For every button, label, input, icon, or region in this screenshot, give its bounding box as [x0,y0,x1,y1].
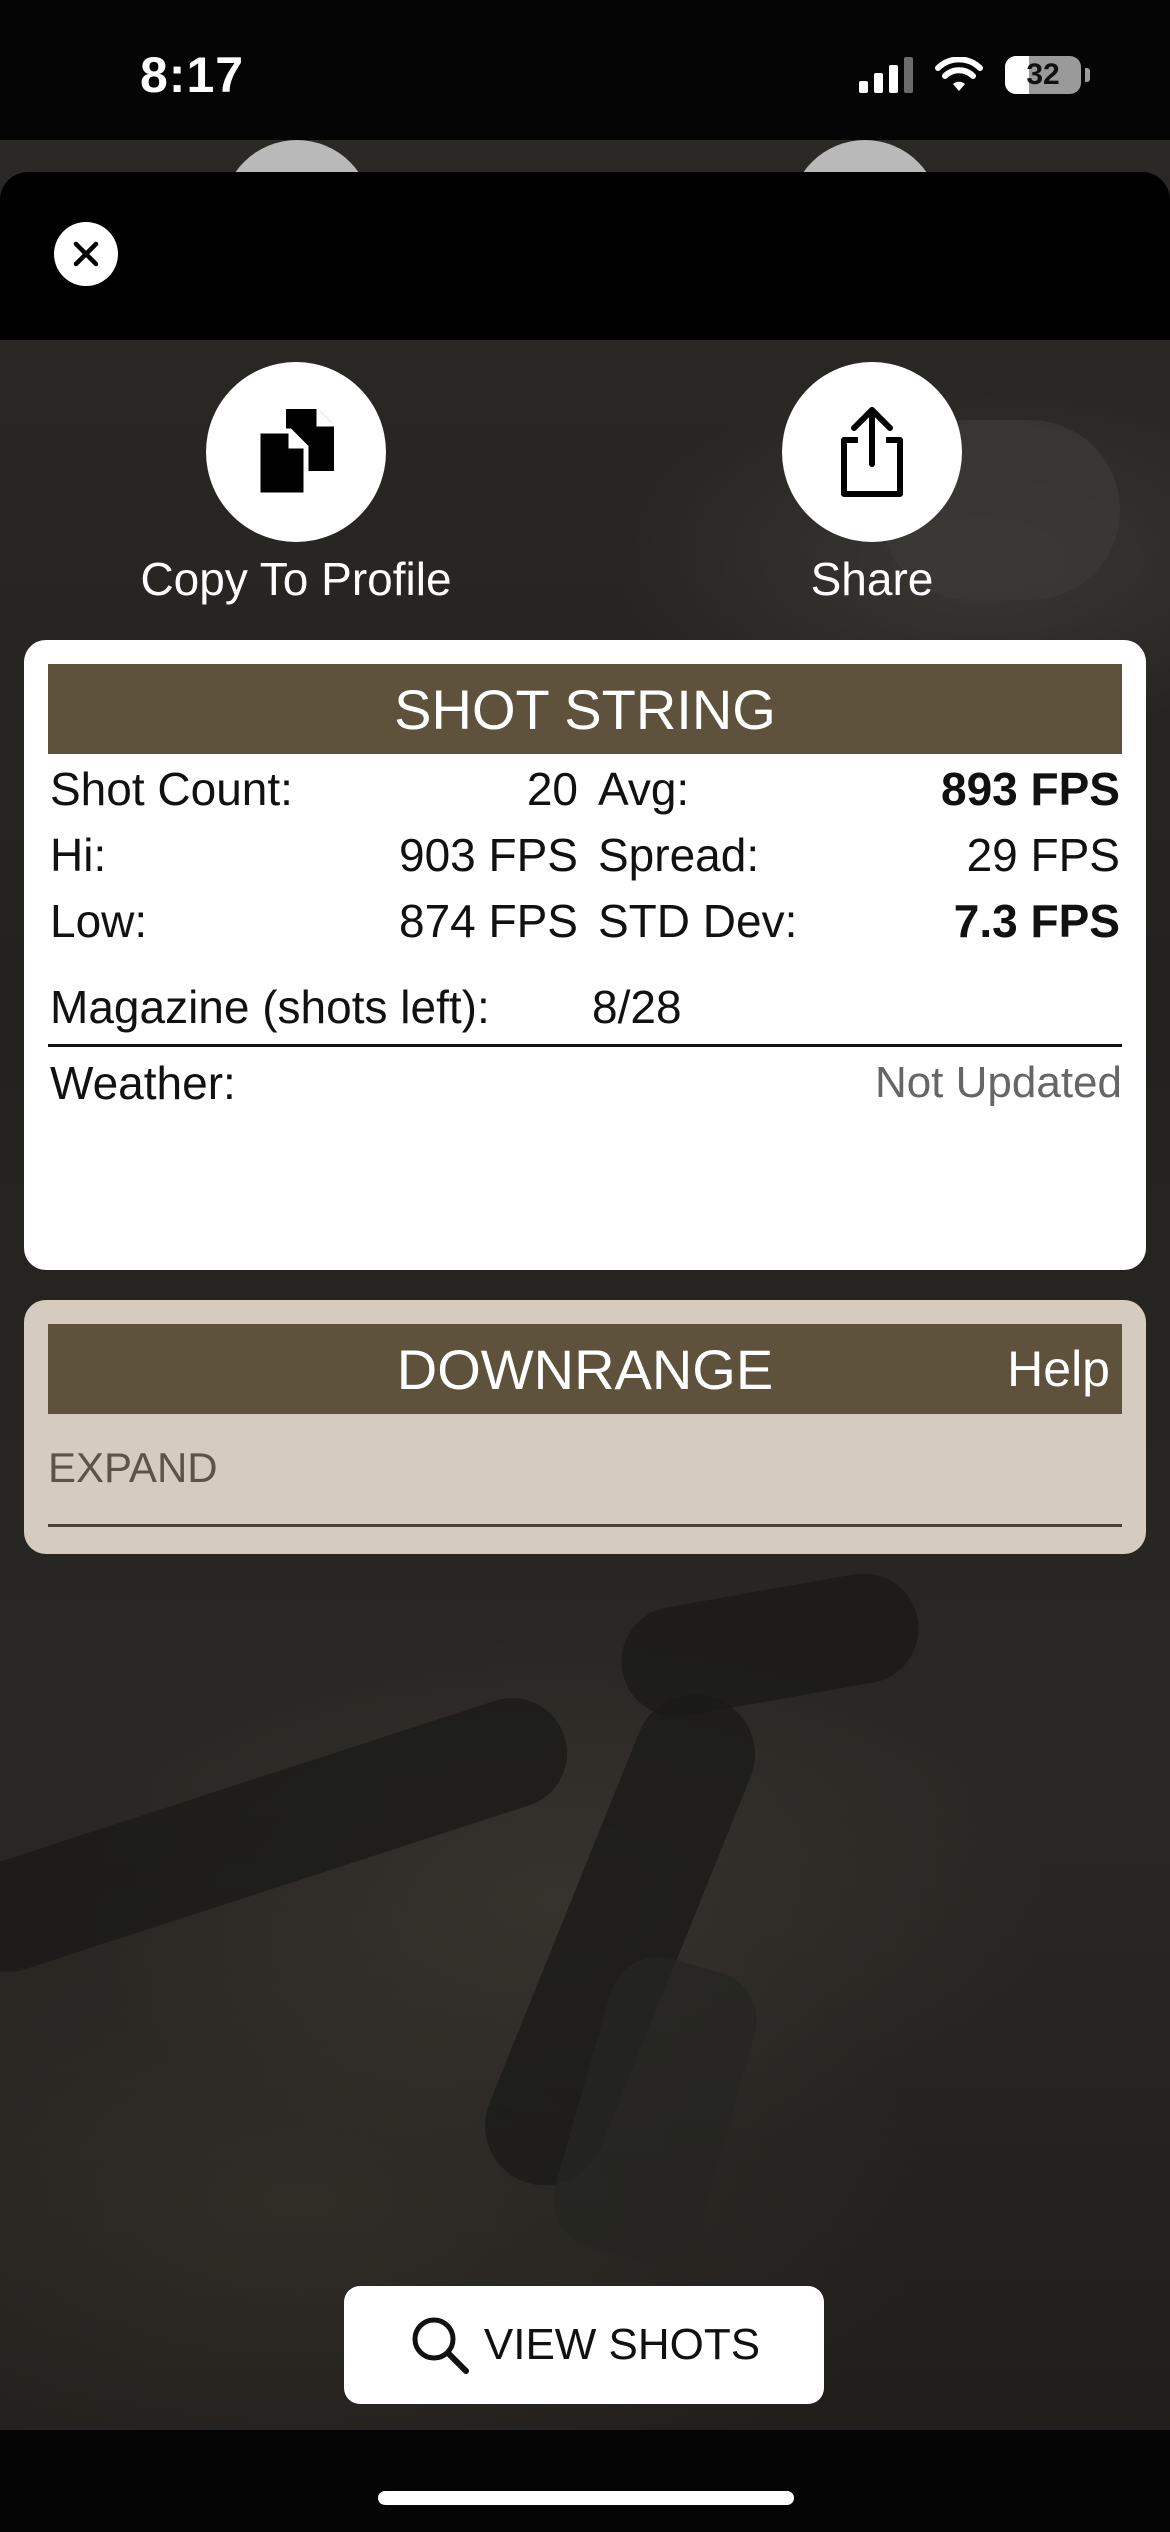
help-link[interactable]: Help [1007,1324,1110,1414]
low-label: Low: [50,895,148,947]
weather-label: Weather: [50,1057,236,1109]
low-value: 874 FPS [399,895,578,947]
downrange-card: DOWNRANGE [24,1300,1146,1554]
avg-value: 893 FPS [941,763,1120,815]
avg-label: Avg: [598,763,690,815]
battery-level: 32 [1026,58,1060,91]
close-button[interactable] [54,222,118,286]
copy-to-profile-button[interactable]: Copy To Profile [96,362,496,606]
view-shots-button[interactable]: VIEW SHOTS [344,2286,824,2404]
view-shots-label: VIEW SHOTS [483,2320,761,2369]
copy-documents-icon [256,409,334,497]
shot-string-card: SHOT STRING Shot Count: 20 Avg: 893 FPS … [24,640,1146,1270]
shot-string-header: SHOT STRING [48,664,1122,754]
hi-label: Hi: [50,829,107,881]
std-dev-label: STD Dev: [598,895,798,947]
share-icon [841,407,903,497]
status-icons: 32 [859,56,1090,94]
magazine-value: 8/28 [592,981,682,1033]
wifi-icon [935,57,983,91]
spread-label: Spread: [598,829,760,881]
battery-cap [1085,68,1090,82]
magazine-label: Magazine (shots left): [50,981,490,1033]
share-label: Share [810,553,934,605]
share-button-circle[interactable] [782,362,962,542]
hi-value: 903 FPS [399,829,578,881]
copy-button-circle[interactable] [206,362,386,542]
home-indicator[interactable] [378,2491,794,2505]
search-icon [412,2317,469,2374]
std-dev-value: 7.3 FPS [953,895,1120,947]
status-time: 8:17 [140,47,245,103]
weather-value: Not Updated [874,1058,1122,1107]
status-bar: 8:17 32 [0,0,1170,140]
cellular-signal-icon [859,57,913,93]
close-icon [73,241,99,267]
bottom-bar [0,2430,1170,2532]
magazine-divider [48,1044,1122,1047]
expand-divider [48,1524,1122,1527]
copy-to-profile-label: Copy To Profile [140,553,452,605]
shot-count-value: 20 [526,763,578,815]
shot-count-label: Shot Count: [50,763,293,815]
downrange-header: DOWNRANGE [48,1324,1122,1414]
battery-icon: 32 [1005,56,1081,94]
share-button[interactable]: Share [672,362,1072,606]
expand-toggle[interactable]: EXPAND [48,1444,218,1492]
sheet-header [0,172,1170,340]
spread-value: 29 FPS [966,829,1120,881]
